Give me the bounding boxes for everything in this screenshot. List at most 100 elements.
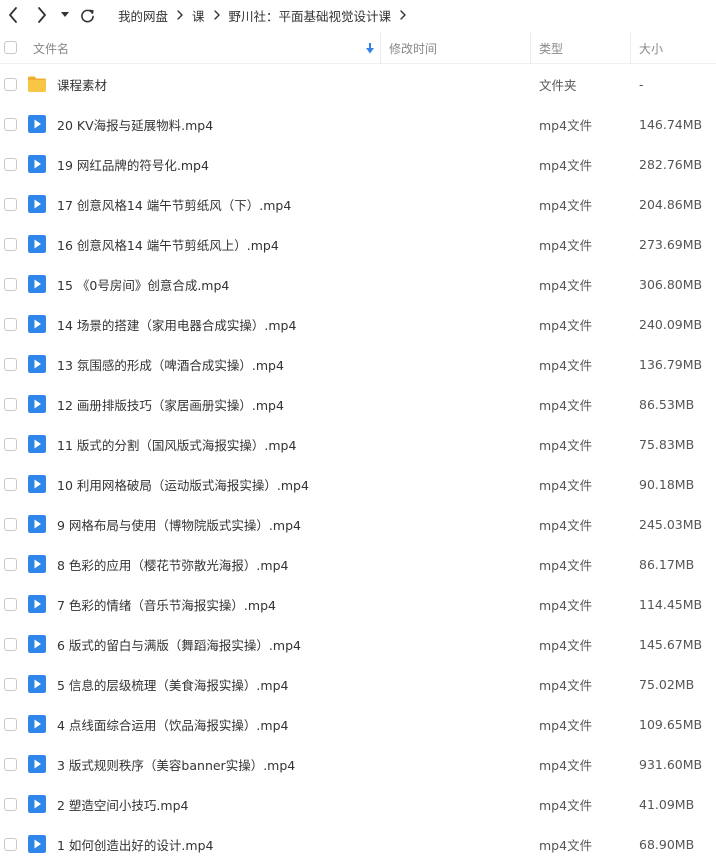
file-row[interactable]: 5 信息的层级梳理（美食海报实操）.mp4 mp4文件 75.02MB bbox=[0, 664, 716, 704]
file-name[interactable]: 9 网格布局与使用（博物院版式实操）.mp4 bbox=[57, 504, 301, 544]
breadcrumb-item-root[interactable]: 我的网盘 bbox=[118, 6, 168, 25]
file-name[interactable]: 3 版式规则秩序（美容banner实操）.mp4 bbox=[57, 744, 295, 784]
breadcrumb-expand-icon[interactable] bbox=[400, 10, 406, 20]
file-name[interactable]: 16 创意风格14 端午节剪纸风上）.mp4 bbox=[57, 224, 279, 264]
breadcrumb-separator-icon bbox=[177, 10, 183, 20]
file-name[interactable]: 2 塑造空间小技巧.mp4 bbox=[57, 784, 188, 824]
sort-down-arrow-icon[interactable] bbox=[366, 32, 374, 64]
column-divider[interactable] bbox=[630, 32, 631, 64]
video-icon bbox=[28, 355, 46, 373]
file-name[interactable]: 1 如何创造出好的设计.mp4 bbox=[57, 824, 213, 864]
row-checkbox[interactable] bbox=[4, 198, 17, 211]
file-size: 90.18MB bbox=[639, 476, 695, 492]
folder-row[interactable]: 课程素材 文件夹 - bbox=[0, 64, 716, 104]
file-row[interactable]: 16 创意风格14 端午节剪纸风上）.mp4 mp4文件 273.69MB bbox=[0, 224, 716, 264]
file-type: mp4文件 bbox=[539, 477, 593, 493]
row-checkbox[interactable] bbox=[4, 598, 17, 611]
video-icon bbox=[28, 515, 46, 533]
file-row[interactable]: 1 如何创造出好的设计.mp4 mp4文件 68.90MB bbox=[0, 824, 716, 864]
file-type: mp4文件 bbox=[539, 757, 593, 773]
file-row[interactable]: 20 KV海报与延展物料.mp4 mp4文件 146.74MB bbox=[0, 104, 716, 144]
caret-down-icon bbox=[61, 12, 69, 17]
file-name[interactable]: 15 《0号房间》创意合成.mp4 bbox=[57, 264, 229, 304]
video-icon bbox=[28, 715, 46, 733]
file-name[interactable]: 14 场景的搭建（家用电器合成实操）.mp4 bbox=[57, 304, 296, 344]
file-row[interactable]: 2 塑造空间小技巧.mp4 mp4文件 41.09MB bbox=[0, 784, 716, 824]
file-name[interactable]: 11 版式的分割（国风版式海报实操）.mp4 bbox=[57, 424, 296, 464]
file-row[interactable]: 6 版式的留白与满版（舞蹈海报实操）.mp4 mp4文件 145.67MB bbox=[0, 624, 716, 664]
file-row[interactable]: 19 网红品牌的符号化.mp4 mp4文件 282.76MB bbox=[0, 144, 716, 184]
row-checkbox[interactable] bbox=[4, 558, 17, 571]
file-size: 68.90MB bbox=[639, 836, 695, 852]
file-name[interactable]: 7 色彩的情绪（音乐节海报实操）.mp4 bbox=[57, 584, 276, 624]
refresh-button[interactable] bbox=[78, 6, 96, 24]
row-checkbox[interactable] bbox=[4, 798, 17, 811]
row-checkbox[interactable] bbox=[4, 518, 17, 531]
row-checkbox[interactable] bbox=[4, 758, 17, 771]
row-checkbox[interactable] bbox=[4, 638, 17, 651]
file-row[interactable]: 17 创意风格14 端午节剪纸风（下）.mp4 mp4文件 204.86MB bbox=[0, 184, 716, 224]
forward-button[interactable] bbox=[35, 6, 49, 24]
file-size: 146.74MB bbox=[639, 116, 703, 132]
file-row[interactable]: 10 利用网格破局（运动版式海报实操）.mp4 mp4文件 90.18MB bbox=[0, 464, 716, 504]
row-checkbox[interactable] bbox=[4, 118, 17, 131]
row-checkbox[interactable] bbox=[4, 318, 17, 331]
file-row[interactable]: 4 点线面综合运用（饮品海报实操）.mp4 mp4文件 109.65MB bbox=[0, 704, 716, 744]
file-name[interactable]: 课程素材 bbox=[57, 64, 107, 104]
row-checkbox[interactable] bbox=[4, 158, 17, 171]
select-all-checkbox[interactable] bbox=[4, 41, 17, 54]
video-icon bbox=[28, 435, 46, 453]
column-divider[interactable] bbox=[530, 32, 531, 64]
toolbar: 我的网盘 课 野川社：平面基础视觉设计课 bbox=[0, 0, 716, 30]
row-checkbox[interactable] bbox=[4, 478, 17, 491]
file-name[interactable]: 8 色彩的应用（樱花节弥散光海报）.mp4 bbox=[57, 544, 288, 584]
breadcrumb-item-course[interactable]: 课 bbox=[192, 6, 205, 25]
row-checkbox[interactable] bbox=[4, 278, 17, 291]
column-divider[interactable] bbox=[380, 32, 381, 64]
file-name[interactable]: 4 点线面综合运用（饮品海报实操）.mp4 bbox=[57, 704, 288, 744]
file-type: mp4文件 bbox=[539, 357, 593, 373]
back-button[interactable] bbox=[6, 6, 20, 24]
column-header-name[interactable]: 文件名 bbox=[33, 32, 69, 64]
file-row[interactable]: 15 《0号房间》创意合成.mp4 mp4文件 306.80MB bbox=[0, 264, 716, 304]
row-checkbox[interactable] bbox=[4, 238, 17, 251]
video-icon bbox=[28, 635, 46, 653]
column-header-modified[interactable]: 修改时间 bbox=[389, 32, 437, 64]
file-row[interactable]: 3 版式规则秩序（美容banner实操）.mp4 mp4文件 931.60MB bbox=[0, 744, 716, 784]
file-size: 931.60MB bbox=[639, 756, 703, 772]
breadcrumb-item-current[interactable]: 野川社：平面基础视觉设计课 bbox=[229, 6, 392, 25]
file-size: 282.76MB bbox=[639, 156, 703, 172]
file-row[interactable]: 13 氛围感的形成（啤酒合成实操）.mp4 mp4文件 136.79MB bbox=[0, 344, 716, 384]
chevron-right-icon bbox=[38, 7, 46, 23]
file-name[interactable]: 12 画册排版技巧（家居画册实操）.mp4 bbox=[57, 384, 284, 424]
row-checkbox[interactable] bbox=[4, 838, 17, 851]
file-row[interactable]: 11 版式的分割（国风版式海报实操）.mp4 mp4文件 75.83MB bbox=[0, 424, 716, 464]
file-type: mp4文件 bbox=[539, 517, 593, 533]
file-row[interactable]: 14 场景的搭建（家用电器合成实操）.mp4 mp4文件 240.09MB bbox=[0, 304, 716, 344]
row-checkbox[interactable] bbox=[4, 78, 17, 91]
file-name[interactable]: 17 创意风格14 端午节剪纸风（下）.mp4 bbox=[57, 184, 291, 224]
row-checkbox[interactable] bbox=[4, 398, 17, 411]
file-type: mp4文件 bbox=[539, 717, 593, 733]
row-checkbox[interactable] bbox=[4, 678, 17, 691]
file-name[interactable]: 5 信息的层级梳理（美食海报实操）.mp4 bbox=[57, 664, 288, 704]
file-row[interactable]: 8 色彩的应用（樱花节弥散光海报）.mp4 mp4文件 86.17MB bbox=[0, 544, 716, 584]
file-row[interactable]: 12 画册排版技巧（家居画册实操）.mp4 mp4文件 86.53MB bbox=[0, 384, 716, 424]
file-name[interactable]: 6 版式的留白与满版（舞蹈海报实操）.mp4 bbox=[57, 624, 301, 664]
file-row[interactable]: 7 色彩的情绪（音乐节海报实操）.mp4 mp4文件 114.45MB bbox=[0, 584, 716, 624]
row-checkbox[interactable] bbox=[4, 438, 17, 451]
video-icon bbox=[28, 235, 46, 253]
column-header-type[interactable]: 类型 bbox=[539, 32, 563, 64]
row-checkbox[interactable] bbox=[4, 718, 17, 731]
video-icon bbox=[28, 395, 46, 413]
file-name[interactable]: 10 利用网格破局（运动版式海报实操）.mp4 bbox=[57, 464, 309, 504]
file-type: mp4文件 bbox=[539, 797, 593, 813]
column-header-size[interactable]: 大小 bbox=[639, 32, 663, 64]
file-name[interactable]: 19 网红品牌的符号化.mp4 bbox=[57, 144, 209, 184]
file-name[interactable]: 13 氛围感的形成（啤酒合成实操）.mp4 bbox=[57, 344, 284, 384]
file-list-header: 文件名 修改时间 类型 大小 bbox=[0, 32, 716, 64]
file-row[interactable]: 9 网格布局与使用（博物院版式实操）.mp4 mp4文件 245.03MB bbox=[0, 504, 716, 544]
file-name[interactable]: 20 KV海报与延展物料.mp4 bbox=[57, 104, 213, 144]
history-dropdown-button[interactable] bbox=[60, 6, 70, 24]
row-checkbox[interactable] bbox=[4, 358, 17, 371]
